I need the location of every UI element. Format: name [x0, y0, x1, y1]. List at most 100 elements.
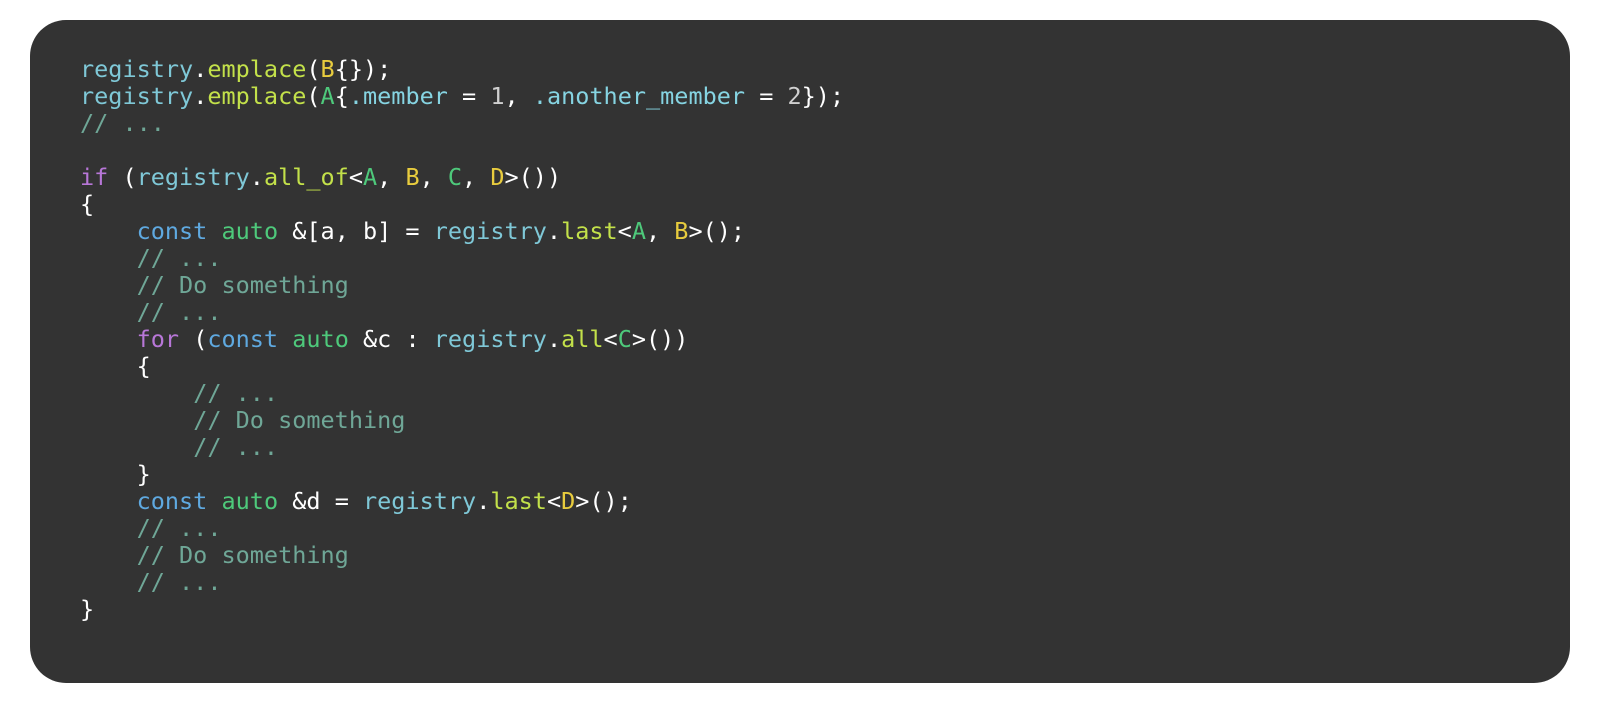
keyword: auto — [292, 325, 349, 353]
punct: . — [193, 55, 207, 83]
keyword: const — [137, 487, 208, 515]
space — [278, 487, 292, 515]
identifier: registry — [363, 487, 476, 515]
punct: , — [505, 82, 533, 110]
indent — [80, 298, 137, 326]
code-line: { — [80, 190, 94, 218]
punct: , — [420, 163, 448, 191]
space — [207, 217, 221, 245]
punct: >()) — [632, 325, 689, 353]
identifier: registry — [434, 325, 547, 353]
comment: // ... — [193, 379, 278, 407]
identifier: registry — [80, 55, 193, 83]
code-line: // Do something — [80, 406, 405, 434]
code-line: // ... — [80, 109, 165, 137]
code-line: } — [80, 460, 151, 488]
number: 1 — [490, 82, 504, 110]
comment: // ... — [137, 514, 222, 542]
indent — [80, 379, 193, 407]
comment: // ... — [137, 244, 222, 272]
space — [278, 325, 292, 353]
type: B — [405, 163, 419, 191]
indent — [80, 541, 137, 569]
punct: >()) — [505, 163, 562, 191]
code-block: registry.emplace(B{}); registry.emplace(… — [30, 20, 1570, 683]
indent — [80, 568, 137, 596]
punct: . — [476, 487, 490, 515]
punct: = — [448, 82, 490, 110]
method: last — [490, 487, 547, 515]
code-line: // Do something — [80, 541, 349, 569]
code-line: // ... — [80, 433, 278, 461]
punct: . — [547, 217, 561, 245]
brace: { — [80, 190, 94, 218]
indent — [80, 433, 193, 461]
punct: < — [604, 325, 618, 353]
type: B — [321, 55, 335, 83]
comment: // Do something — [193, 406, 405, 434]
brace: } — [137, 460, 151, 488]
punct: . — [547, 325, 561, 353]
punct: , — [646, 217, 674, 245]
comment: // Do something — [137, 271, 349, 299]
method: emplace — [207, 82, 306, 110]
punct: { — [335, 82, 349, 110]
code-line: registry.emplace(B{}); — [80, 55, 391, 83]
code-line: // Do something — [80, 271, 349, 299]
code-line: // ... — [80, 298, 221, 326]
code-line: // ... — [80, 568, 221, 596]
punct: >(); — [575, 487, 632, 515]
comment: // ... — [137, 298, 222, 326]
code-line: if (registry.all_of<A, B, C, D>()) — [80, 163, 561, 191]
punct: &[a, b] = — [292, 217, 433, 245]
keyword: auto — [222, 487, 279, 515]
keyword: const — [137, 217, 208, 245]
punct: < — [618, 217, 632, 245]
keyword: for — [137, 325, 179, 353]
method: last — [561, 217, 618, 245]
punct: . — [250, 163, 264, 191]
punct: < — [349, 163, 363, 191]
punct: , — [377, 163, 405, 191]
punct: {}); — [335, 55, 392, 83]
punct: >(); — [688, 217, 745, 245]
member: .another_member — [533, 82, 745, 110]
punct: }); — [802, 82, 844, 110]
method: all_of — [264, 163, 349, 191]
punct: &c : — [363, 325, 434, 353]
punct: = — [745, 82, 787, 110]
space — [278, 217, 292, 245]
punct: < — [547, 487, 561, 515]
punct: ( — [306, 82, 320, 110]
code-line: // ... — [80, 514, 221, 542]
punct: , — [462, 163, 490, 191]
indent — [80, 514, 137, 542]
punct: &d = — [292, 487, 363, 515]
space — [207, 487, 221, 515]
number: 2 — [788, 82, 802, 110]
indent — [80, 244, 137, 272]
keyword: const — [207, 325, 278, 353]
identifier: registry — [137, 163, 250, 191]
method: emplace — [207, 55, 306, 83]
code-line: // ... — [80, 244, 221, 272]
type: C — [448, 163, 462, 191]
punct: . — [193, 82, 207, 110]
comment: // ... — [137, 568, 222, 596]
member: .member — [349, 82, 448, 110]
keyword: auto — [222, 217, 279, 245]
type: D — [490, 163, 504, 191]
comment: // ... — [193, 433, 278, 461]
identifier: registry — [434, 217, 547, 245]
identifier: registry — [80, 82, 193, 110]
type: B — [674, 217, 688, 245]
code-line: const auto &[a, b] = registry.last<A, B>… — [80, 217, 745, 245]
brace: } — [80, 595, 94, 623]
type: A — [363, 163, 377, 191]
code-line: // ... — [80, 379, 278, 407]
code-line: registry.emplace(A{.member = 1, .another… — [80, 82, 844, 110]
comment: // ... — [80, 109, 165, 137]
code-line: for (const auto &c : registry.all<C>()) — [80, 325, 688, 353]
indent — [80, 487, 137, 515]
indent — [80, 406, 193, 434]
